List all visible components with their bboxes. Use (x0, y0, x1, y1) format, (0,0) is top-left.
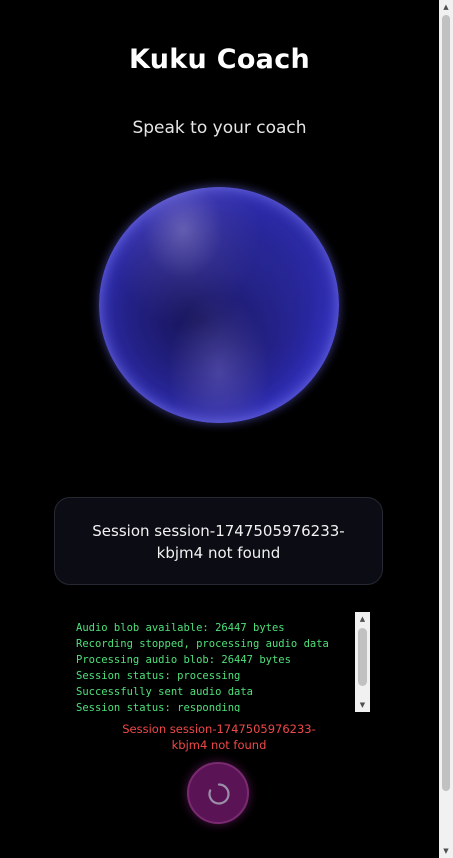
log-scrollbar[interactable]: ▲ ▼ (355, 612, 370, 712)
log-line: Audio blob available: 26447 bytes (76, 622, 285, 634)
chevron-down-icon[interactable]: ▼ (439, 844, 453, 858)
page-scrollbar[interactable]: ▲ ▼ (439, 0, 453, 858)
log-line: Recording stopped, processing audio data (76, 638, 329, 650)
app-title: Kuku Coach (128, 44, 311, 75)
spinner-icon (208, 783, 230, 805)
debug-log-panel[interactable]: Audio blob available: 26447 bytes Record… (76, 612, 370, 712)
page-scrollbar-thumb[interactable] (442, 15, 450, 791)
status-card: Session session-1747505976233-kbjm4 not … (54, 497, 383, 585)
error-message: Session session-1747505976233-kbjm4 not … (122, 722, 316, 752)
log-line: Session status: responding (76, 702, 241, 712)
log-line: Session status: processing (76, 670, 241, 682)
status-card-message: Session session-1747505976233-kbjm4 not … (92, 522, 345, 562)
app-viewport: Kuku Coach Speak to your coach Session s… (0, 0, 439, 858)
log-line: Successfully sent audio data (76, 686, 254, 698)
log-scrollbar-thumb[interactable] (358, 628, 367, 686)
app-subtitle: Speak to your coach (132, 118, 307, 138)
debug-log-lines: Audio blob available: 26447 bytes Record… (76, 620, 348, 712)
chevron-up-icon[interactable]: ▲ (355, 612, 370, 626)
record-button[interactable] (187, 762, 249, 824)
chevron-up-icon[interactable]: ▲ (439, 0, 453, 14)
voice-orb (99, 187, 339, 423)
log-line: Processing audio blob: 26447 bytes (76, 654, 291, 666)
chevron-down-icon[interactable]: ▼ (355, 698, 370, 712)
